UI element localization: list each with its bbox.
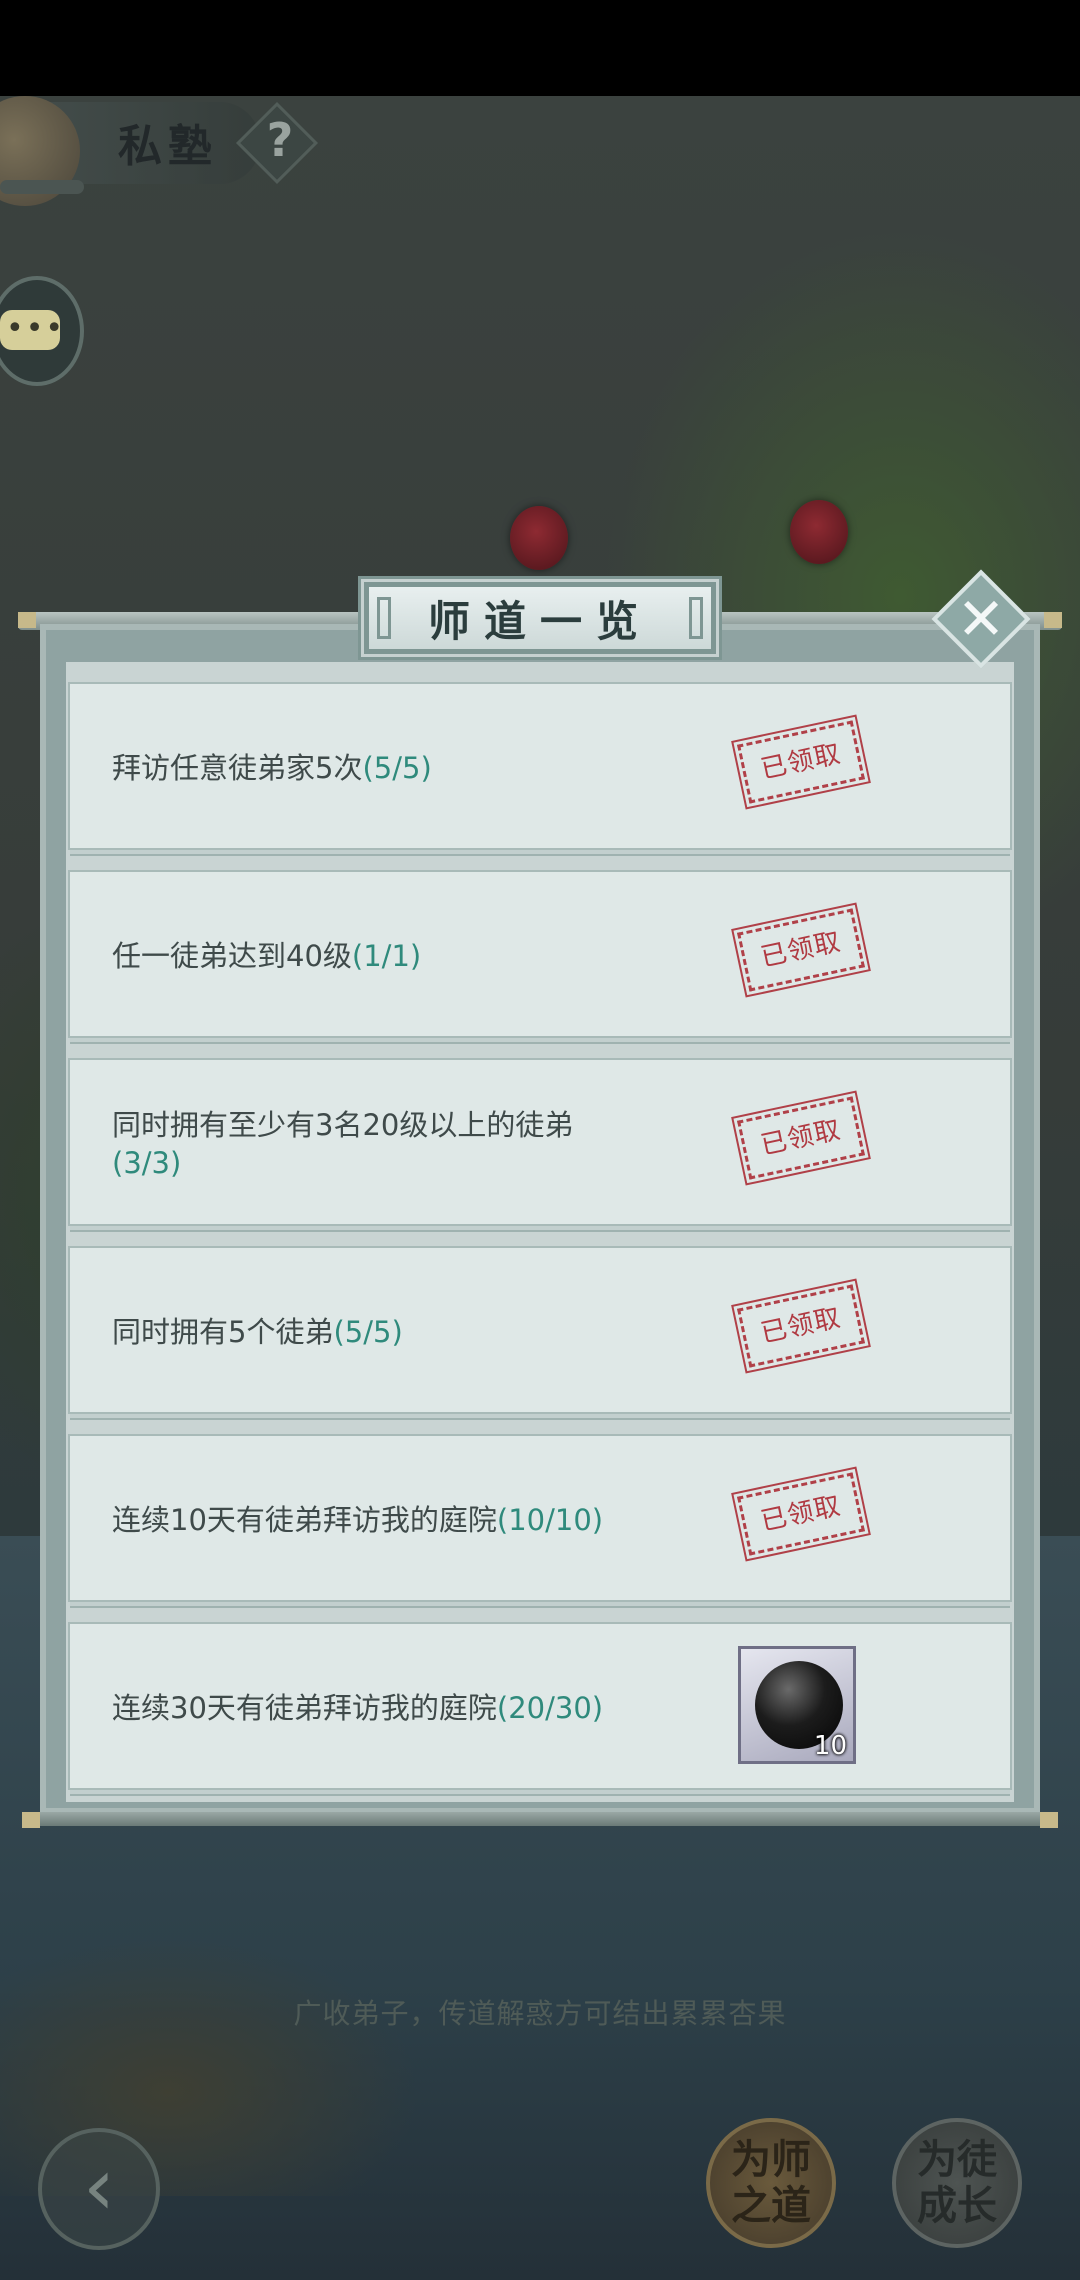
rod-cap xyxy=(1044,612,1062,628)
task-text: 连续10天有徒弟拜访我的庭院(10/10) xyxy=(112,1503,604,1537)
task-text: 同时拥有至少有3名20级以上的徒弟(3/3) xyxy=(112,1108,574,1180)
red-lantern xyxy=(790,500,848,564)
claimed-stamp: 已领取 xyxy=(731,1277,871,1375)
task-progress: (1/1) xyxy=(351,939,422,973)
task-text: 拜访任意徒弟家5次(5/5) xyxy=(112,751,432,785)
status-bar xyxy=(0,0,1080,96)
task-progress: (10/10) xyxy=(496,1503,604,1537)
task-row: 任一徒弟达到40级(1/1) 已领取 xyxy=(68,870,1012,1038)
task-text: 任一徒弟达到40级(1/1) xyxy=(112,939,422,973)
task-text: 同时拥有5个徒弟(5/5) xyxy=(112,1315,403,1349)
close-icon: ✕ xyxy=(956,585,1006,653)
scroll-rod-bottom xyxy=(22,1812,1058,1826)
task-progress: (20/30) xyxy=(496,1691,604,1725)
task-progress: (3/3) xyxy=(112,1146,182,1180)
hint-text: 广收弟子，传道解惑方可结出累累杏果 xyxy=(293,1997,787,2030)
task-row: 连续30天有徒弟拜访我的庭院(20/30) 10 xyxy=(68,1622,1012,1790)
tab-master-path[interactable]: 为师 之道 xyxy=(706,2118,836,2248)
claimed-stamp: 已领取 xyxy=(731,713,871,811)
task-text: 连续30天有徒弟拜访我的庭院(20/30) xyxy=(112,1691,604,1725)
modal-title: 师道一览 xyxy=(364,582,716,654)
reward-count: 10 xyxy=(813,1731,847,1761)
task-row: 拜访任意徒弟家5次(5/5) 已领取 xyxy=(68,682,1012,850)
claimed-stamp: 已领取 xyxy=(731,901,871,999)
task-row: 连续10天有徒弟拜访我的庭院(10/10) 已领取 xyxy=(68,1434,1012,1602)
task-row: 同时拥有5个徒弟(5/5) 已领取 xyxy=(68,1246,1012,1414)
ellipsis-icon: ••• xyxy=(6,311,66,346)
page-title: 私塾 xyxy=(118,121,218,172)
claimed-stamp: 已领取 xyxy=(731,1465,871,1563)
task-progress: (5/5) xyxy=(333,1315,403,1349)
chevron-left-icon: ‹ xyxy=(83,2140,115,2233)
rod-cap xyxy=(18,612,36,628)
task-progress: (5/5) xyxy=(362,751,432,785)
rod-cap xyxy=(22,1812,40,1828)
task-row: 同时拥有至少有3名20级以上的徒弟(3/3) 已领取 xyxy=(68,1058,1012,1226)
tab-student-growth[interactable]: 为徒 成长 xyxy=(892,2118,1022,2248)
claimed-stamp: 已领取 xyxy=(731,1089,871,1187)
reward-item[interactable]: 10 xyxy=(738,1646,856,1764)
red-lantern xyxy=(510,506,568,570)
rod-cap xyxy=(1040,1812,1058,1828)
modal-title-text: 师道一览 xyxy=(427,596,652,646)
title-underline xyxy=(0,180,84,194)
